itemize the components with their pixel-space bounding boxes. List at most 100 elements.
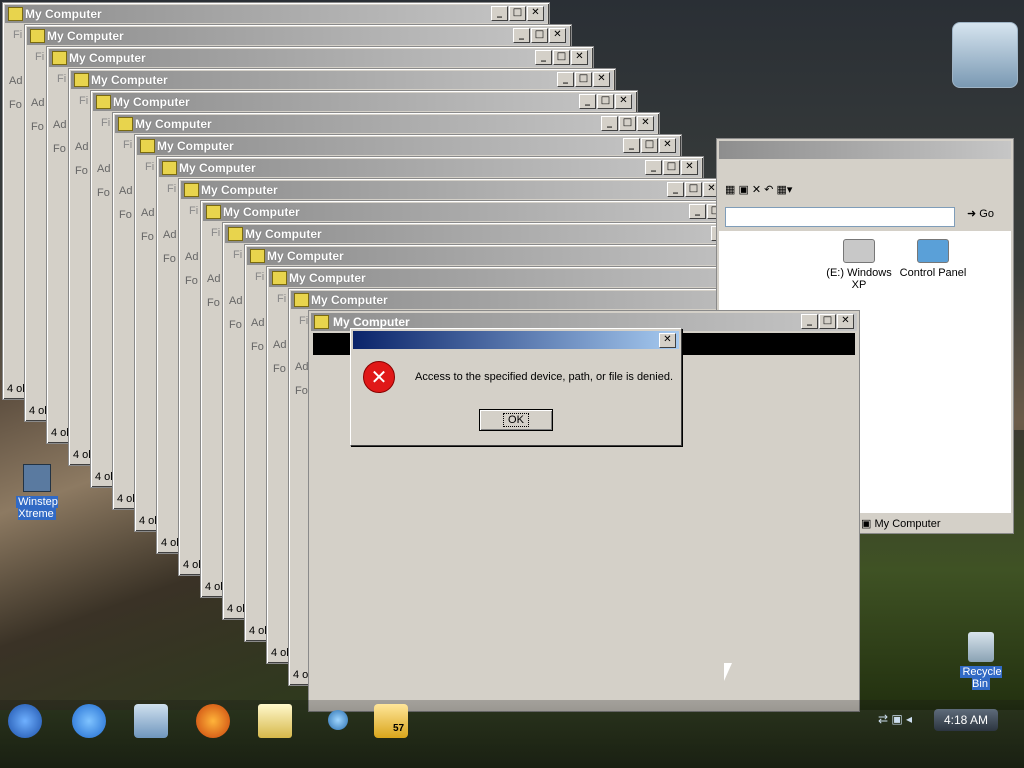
status-fragment: 4 ol [249, 625, 267, 637]
menu-fragment: Fi [57, 73, 67, 85]
status-bar: ▣ My Computer [861, 517, 941, 530]
maximize-button[interactable]: □ [619, 116, 636, 131]
address-fragment: Ad [251, 317, 265, 329]
title-bar[interactable]: My Computer_□✕ [93, 93, 635, 111]
maximize-button[interactable]: □ [663, 160, 680, 175]
minimize-button[interactable]: _ [491, 6, 508, 21]
dialog-close-button[interactable]: ✕ [659, 333, 676, 348]
status-fragment: 4 ol [205, 581, 223, 593]
mouse-cursor-icon [724, 663, 732, 681]
window-title: My Computer [201, 183, 278, 197]
minimize-button[interactable]: _ [801, 314, 818, 329]
network-icon[interactable] [134, 704, 168, 738]
title-bar[interactable]: My Computer_□✕ [181, 181, 723, 199]
my-computer-icon [140, 139, 155, 153]
minimize-button[interactable]: _ [689, 204, 706, 219]
recycle-bin-icon [968, 632, 994, 662]
media-icon[interactable] [328, 710, 348, 730]
drive-item-e[interactable]: (E:) Windows XP [819, 239, 899, 291]
minimize-button[interactable]: _ [535, 50, 552, 65]
close-button[interactable]: ✕ [549, 28, 566, 43]
address-fragment: Ad [273, 339, 287, 351]
window-title: My Computer [267, 249, 344, 263]
my-computer-icon [184, 183, 199, 197]
minimize-button[interactable]: _ [601, 116, 618, 131]
title-bar[interactable] [719, 141, 1011, 159]
my-computer-icon [250, 249, 265, 263]
start-orb-icon[interactable] [8, 704, 42, 738]
close-button[interactable]: ✕ [593, 72, 610, 87]
close-button[interactable]: ✕ [681, 160, 698, 175]
tray-icons[interactable]: ⇄ ▣ ◂ [878, 712, 912, 726]
go-button[interactable]: ➜ Go [967, 207, 994, 220]
minimize-button[interactable]: _ [623, 138, 640, 153]
explorer-toolbar[interactable]: ▦ ▣ ✕ ↶ ▦▾ [725, 183, 792, 196]
maximize-button[interactable]: □ [597, 94, 614, 109]
maximize-button[interactable]: □ [553, 50, 570, 65]
window-title: My Computer [69, 51, 146, 65]
drive-icon [843, 239, 875, 263]
minimize-button[interactable]: _ [513, 28, 530, 43]
title-bar[interactable]: My Computer_□✕ [159, 159, 701, 177]
maximize-button[interactable]: □ [575, 72, 592, 87]
maximize-button[interactable]: □ [819, 314, 836, 329]
status-fragment: 4 ol [227, 603, 245, 615]
dialog-title-bar[interactable]: ✕ [353, 331, 679, 349]
menu-fragment: Fi [13, 29, 23, 41]
title-bar[interactable]: My Computer_□✕ [115, 115, 657, 133]
status-fragment: 4 ol [51, 427, 69, 439]
internet-explorer-icon[interactable] [72, 704, 106, 738]
maximize-button[interactable]: □ [531, 28, 548, 43]
address-fragment: Ad [207, 273, 221, 285]
clock[interactable]: 4:18 AM [934, 709, 998, 731]
status-text: My Computer [874, 518, 941, 530]
close-button[interactable]: ✕ [571, 50, 588, 65]
title-bar[interactable]: My Computer_□✕ [5, 5, 547, 23]
minimize-button[interactable]: _ [579, 94, 596, 109]
my-computer-icon [162, 161, 177, 175]
close-button[interactable]: ✕ [837, 314, 854, 329]
computer-icon: ▣ [861, 518, 872, 530]
firefox-icon[interactable] [196, 704, 230, 738]
title-bar[interactable]: My Computer_□✕ [27, 27, 569, 45]
folders-fragment: Fo [75, 165, 88, 177]
folders-fragment: Fo [163, 253, 176, 265]
address-fragment: Ad [229, 295, 243, 307]
window-title: My Computer [311, 293, 388, 307]
maximize-button[interactable]: □ [641, 138, 658, 153]
address-fragment: Ad [31, 97, 45, 109]
desktop-icon-recycle-bin[interactable]: Recycle Bin [950, 632, 1012, 690]
close-button[interactable]: ✕ [637, 116, 654, 131]
minimize-button[interactable]: _ [667, 182, 684, 197]
error-dialog[interactable]: ✕ ✕ Access to the specified device, path… [350, 328, 682, 446]
close-button[interactable]: ✕ [527, 6, 544, 21]
address-fragment: Ad [295, 361, 309, 373]
notepad-icon[interactable] [258, 704, 292, 738]
close-button[interactable]: ✕ [659, 138, 676, 153]
my-computer-icon [30, 29, 45, 43]
maximize-button[interactable]: □ [685, 182, 702, 197]
folders-fragment: Fo [97, 187, 110, 199]
my-computer-icon [206, 205, 221, 219]
control-panel-item[interactable]: Control Panel [893, 239, 973, 279]
title-bar[interactable]: My Computer _□✕ [49, 49, 591, 67]
title-bar[interactable]: My Computer_□✕ [247, 247, 789, 265]
address-bar[interactable] [725, 207, 955, 227]
minimize-button[interactable]: _ [557, 72, 574, 87]
my-computer-icon [228, 227, 243, 241]
folders-fragment: Fo [273, 363, 286, 375]
dock-stack-icon[interactable] [952, 22, 1018, 88]
minimize-button[interactable]: _ [645, 160, 662, 175]
close-button[interactable]: ✕ [615, 94, 632, 109]
title-bar[interactable]: My Computer_□✕ [203, 203, 745, 221]
title-bar[interactable]: My Computer_□✕ [71, 71, 613, 89]
title-bar[interactable]: My Computer_□✕ [137, 137, 679, 155]
title-bar[interactable]: My Computer_□✕ [225, 225, 767, 243]
maximize-button[interactable]: □ [509, 6, 526, 21]
ok-button[interactable]: OK [479, 409, 553, 431]
desktop-icon-winstep[interactable]: Winstep Xtreme [12, 464, 62, 520]
my-computer-icon [74, 73, 89, 87]
folders-fragment: Fo [31, 121, 44, 133]
window-title: My Computer [245, 227, 322, 241]
menu-fragment: Fi [79, 95, 89, 107]
